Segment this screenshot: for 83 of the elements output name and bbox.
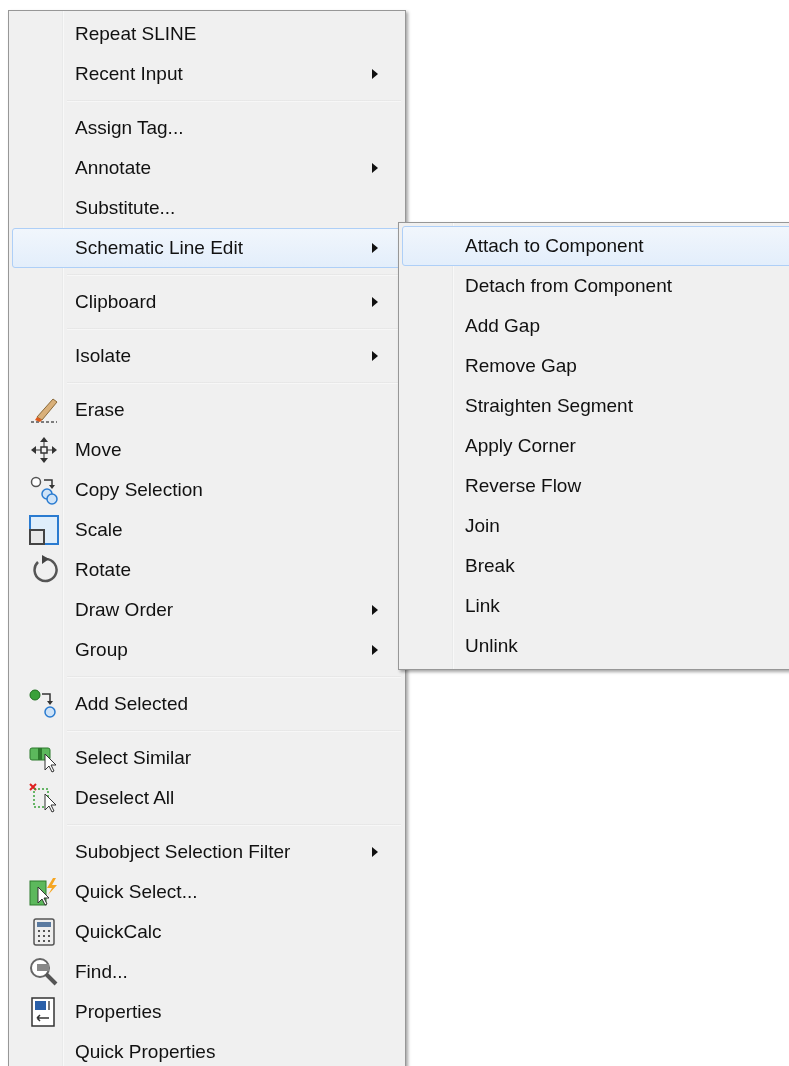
menu-item[interactable]: Quick Select...: [12, 872, 402, 912]
menu-item[interactable]: Attach to Component: [402, 226, 789, 266]
menu-item-label: Subobject Selection Filter: [75, 841, 291, 862]
menu-item[interactable]: Clipboard: [12, 282, 402, 322]
magnifier-icon: [28, 957, 59, 987]
submenu-arrow-icon: [371, 644, 379, 656]
menu-item-label: Clipboard: [75, 291, 157, 312]
menu-item[interactable]: QuickCalc: [12, 912, 402, 952]
menu-item[interactable]: Straighten Segment: [402, 386, 789, 426]
menu-item[interactable]: Join: [402, 506, 789, 546]
menu-item-label: Break: [465, 555, 515, 576]
menu-item[interactable]: Subobject Selection Filter: [12, 832, 402, 872]
menu-item[interactable]: Isolate: [12, 336, 402, 376]
menu-item-label: Recent Input: [75, 63, 183, 84]
menu-item-label: Add Selected: [75, 693, 189, 714]
submenu-arrow-icon: [371, 242, 379, 254]
menu-item[interactable]: Properties: [12, 992, 402, 1032]
menu-item[interactable]: Annotate: [12, 148, 402, 188]
menu-item-label: Add Gap: [465, 315, 540, 336]
menu-item[interactable]: Break: [402, 546, 789, 586]
submenu-arrow-icon: [371, 162, 379, 174]
menu-item-label: Apply Corner: [465, 435, 576, 456]
menu-item-label: Annotate: [75, 157, 152, 178]
submenu-arrow-icon: [371, 296, 379, 308]
add-circles-icon: [28, 689, 59, 719]
menu-item[interactable]: Copy Selection: [12, 470, 402, 510]
menu-item-label: Remove Gap: [465, 355, 577, 376]
menu-item[interactable]: Unlink: [402, 626, 789, 666]
menu-item[interactable]: Quick Properties: [12, 1032, 402, 1066]
menu-item[interactable]: Remove Gap: [402, 346, 789, 386]
menu-item-label: Substitute...: [75, 197, 176, 218]
submenu-arrow-icon: [371, 350, 379, 362]
menu-item-label: Schematic Line Edit: [75, 237, 243, 258]
menu-item[interactable]: Add Selected: [12, 684, 402, 724]
menu-item[interactable]: Deselect All: [12, 778, 402, 818]
quick-select-icon: [28, 877, 59, 907]
menu-item-label: Properties: [75, 1001, 162, 1022]
menu-item-label: Find...: [75, 961, 128, 982]
menu-item-label: Rotate: [75, 559, 131, 580]
menu-item[interactable]: Detach from Component: [402, 266, 789, 306]
menu-item-label: Deselect All: [75, 787, 175, 808]
menu-item[interactable]: Erase: [12, 390, 402, 430]
menu-item[interactable]: Substitute...: [12, 188, 402, 228]
menu-item[interactable]: Group: [12, 630, 402, 670]
menu-item[interactable]: Apply Corner: [402, 426, 789, 466]
menu-item-label: Quick Properties: [75, 1041, 216, 1062]
menu-item[interactable]: Repeat SLINE: [12, 14, 402, 54]
menu-item-label: Scale: [75, 519, 123, 540]
submenu-arrow-icon: [371, 604, 379, 616]
menu-item[interactable]: Draw Order: [12, 590, 402, 630]
menu-item[interactable]: Add Gap: [402, 306, 789, 346]
menu-item[interactable]: Rotate: [12, 550, 402, 590]
copy-circles-icon: [28, 475, 59, 505]
menu-item-label: Straighten Segment: [465, 395, 633, 416]
menu-item-label: Erase: [75, 399, 125, 420]
menu-item[interactable]: Scale: [12, 510, 402, 550]
menu-item[interactable]: Find...: [12, 952, 402, 992]
menu-item-label: Copy Selection: [75, 479, 203, 500]
menu-item-label: Join: [465, 515, 500, 536]
menu-item-label: Reverse Flow: [465, 475, 582, 496]
deselect-icon: [28, 783, 59, 813]
menu-item-label: Attach to Component: [465, 235, 644, 256]
menu-item[interactable]: Reverse Flow: [402, 466, 789, 506]
menu-item[interactable]: Move: [12, 430, 402, 470]
menu-item-label: Detach from Component: [465, 275, 672, 296]
menu-item-label: Draw Order: [75, 599, 174, 620]
menu-item-label: Assign Tag...: [75, 117, 184, 138]
submenu-arrow-icon: [371, 68, 379, 80]
menu-item-label: Group: [75, 639, 128, 660]
menu-item[interactable]: Select Similar: [12, 738, 402, 778]
menu-item-label: QuickCalc: [75, 921, 162, 942]
menu-item-label: Quick Select...: [75, 881, 198, 902]
menu-item-label: Link: [465, 595, 500, 616]
menu-item[interactable]: Recent Input: [12, 54, 402, 94]
menu-item-label: Isolate: [75, 345, 131, 366]
menu-item-label: Select Similar: [75, 747, 192, 768]
menu-item[interactable]: Assign Tag...: [12, 108, 402, 148]
menu-item-label: Unlink: [465, 635, 518, 656]
scale-icon: [28, 515, 59, 545]
menu-item-label: Repeat SLINE: [75, 23, 197, 44]
menu-item-label: Move: [75, 439, 122, 460]
menu-item[interactable]: Link: [402, 586, 789, 626]
submenu-arrow-icon: [371, 846, 379, 858]
